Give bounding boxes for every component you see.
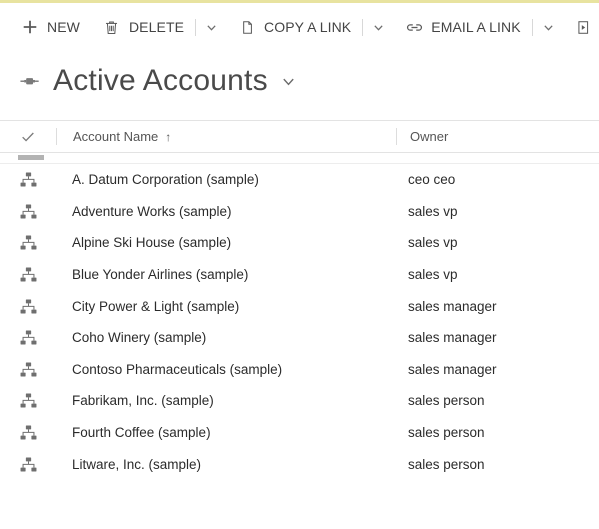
cell-owner[interactable]: ceo ceo [395,172,599,187]
account-hierarchy-icon [20,204,37,219]
account-hierarchy-icon [20,299,37,314]
cell-account-name[interactable]: Alpine Ski House (sample) [56,235,395,250]
column-header-account-name[interactable]: Account Name ↑ [57,129,396,144]
email-a-link-button[interactable]: EMAIL A LINK [400,12,524,42]
plus-icon [20,17,40,37]
run-report-button[interactable]: RUN REPORT [570,12,599,42]
table-row[interactable]: Coho Winery (sample) sales manager [0,322,599,354]
table-row[interactable]: Adventure Works (sample) sales vp [0,196,599,228]
cell-account-name[interactable]: Blue Yonder Airlines (sample) [56,267,395,282]
view-selector-chevron-down-icon[interactable] [281,74,296,89]
new-button-label: NEW [47,20,80,34]
page-icon [237,17,257,37]
row-icon-cell [0,425,56,440]
cell-owner[interactable]: sales manager [395,362,599,377]
email-a-link-button-label: EMAIL A LINK [431,20,520,34]
row-icon-cell [0,204,56,219]
delete-dropdown-caret[interactable] [203,14,220,40]
copy-a-link-button[interactable]: COPY A LINK [233,12,355,42]
table-row[interactable]: Litware, Inc. (sample) sales person [0,448,599,480]
cell-owner[interactable]: sales person [395,457,599,472]
command-separator [362,19,363,36]
delete-button[interactable]: DELETE [98,12,188,42]
account-hierarchy-icon [20,457,37,472]
account-hierarchy-icon [20,362,37,377]
delete-button-label: DELETE [129,20,184,34]
cell-owner[interactable]: sales person [395,393,599,408]
sort-ascending-icon: ↑ [165,130,171,144]
row-icon-cell [0,330,56,345]
column-header-account-name-label: Account Name [73,129,158,144]
checkmark-icon [20,129,36,145]
run-report-icon [574,17,594,37]
cell-account-name[interactable]: A. Datum Corporation (sample) [56,172,395,187]
account-hierarchy-icon [20,330,37,345]
row-icon-cell [0,457,56,472]
accounts-grid: Account Name ↑ Owner A. Dat [0,120,599,480]
horizontal-scrollbar[interactable] [0,153,599,164]
chain-link-icon [404,17,424,37]
cell-owner[interactable]: sales vp [395,267,599,282]
table-row[interactable]: Blue Yonder Airlines (sample) sales vp [0,259,599,291]
email-a-link-dropdown-caret[interactable] [540,14,557,40]
new-button[interactable]: NEW [16,12,84,42]
row-icon-cell [0,235,56,250]
row-icon-cell [0,299,56,314]
table-row[interactable]: Fourth Coffee (sample) sales person [0,417,599,449]
cell-account-name[interactable]: Fabrikam, Inc. (sample) [56,393,395,408]
cell-owner[interactable]: sales manager [395,299,599,314]
table-row[interactable]: A. Datum Corporation (sample) ceo ceo [0,164,599,196]
grid-body: A. Datum Corporation (sample) ceo ceo Ad… [0,164,599,480]
row-icon-cell [0,393,56,408]
trash-icon [102,17,122,37]
cell-account-name[interactable]: Coho Winery (sample) [56,330,395,345]
account-hierarchy-icon [20,267,37,282]
copy-a-link-button-label: COPY A LINK [264,20,351,34]
cell-account-name[interactable]: Fourth Coffee (sample) [56,425,395,440]
chevron-down-icon [373,22,384,33]
cell-account-name[interactable]: Contoso Pharmaceuticals (sample) [56,362,395,377]
chevron-down-icon [206,22,217,33]
account-hierarchy-icon [20,425,37,440]
row-icon-cell [0,267,56,282]
grid-header-row: Account Name ↑ Owner [0,120,599,153]
cell-account-name[interactable]: Litware, Inc. (sample) [56,457,395,472]
chevron-down-icon [543,22,554,33]
cell-account-name[interactable]: City Power & Light (sample) [56,299,395,314]
command-bar: NEW DELETE [0,3,599,51]
cell-owner[interactable]: sales person [395,425,599,440]
column-header-owner-label: Owner [410,129,448,144]
column-header-owner[interactable]: Owner [397,129,599,144]
copy-a-link-dropdown-caret[interactable] [370,14,387,40]
account-hierarchy-icon [20,172,37,187]
row-icon-cell [0,172,56,187]
cell-account-name[interactable]: Adventure Works (sample) [56,204,395,219]
page-title: Active Accounts [53,66,268,96]
account-hierarchy-icon [20,393,37,408]
table-row[interactable]: Fabrikam, Inc. (sample) sales person [0,385,599,417]
select-all-checkbox[interactable] [0,121,56,152]
row-icon-cell [0,362,56,377]
table-row[interactable]: Alpine Ski House (sample) sales vp [0,227,599,259]
account-hierarchy-icon [20,235,37,250]
cell-owner[interactable]: sales vp [395,235,599,250]
horizontal-scrollbar-thumb[interactable] [18,155,44,160]
command-separator [195,19,196,36]
table-row[interactable]: City Power & Light (sample) sales manage… [0,290,599,322]
page-title-row: Active Accounts [0,51,599,111]
command-separator [532,19,533,36]
table-row[interactable]: Contoso Pharmaceuticals (sample) sales m… [0,354,599,386]
cell-owner[interactable]: sales vp [395,204,599,219]
pin-icon[interactable] [18,70,40,92]
cell-owner[interactable]: sales manager [395,330,599,345]
